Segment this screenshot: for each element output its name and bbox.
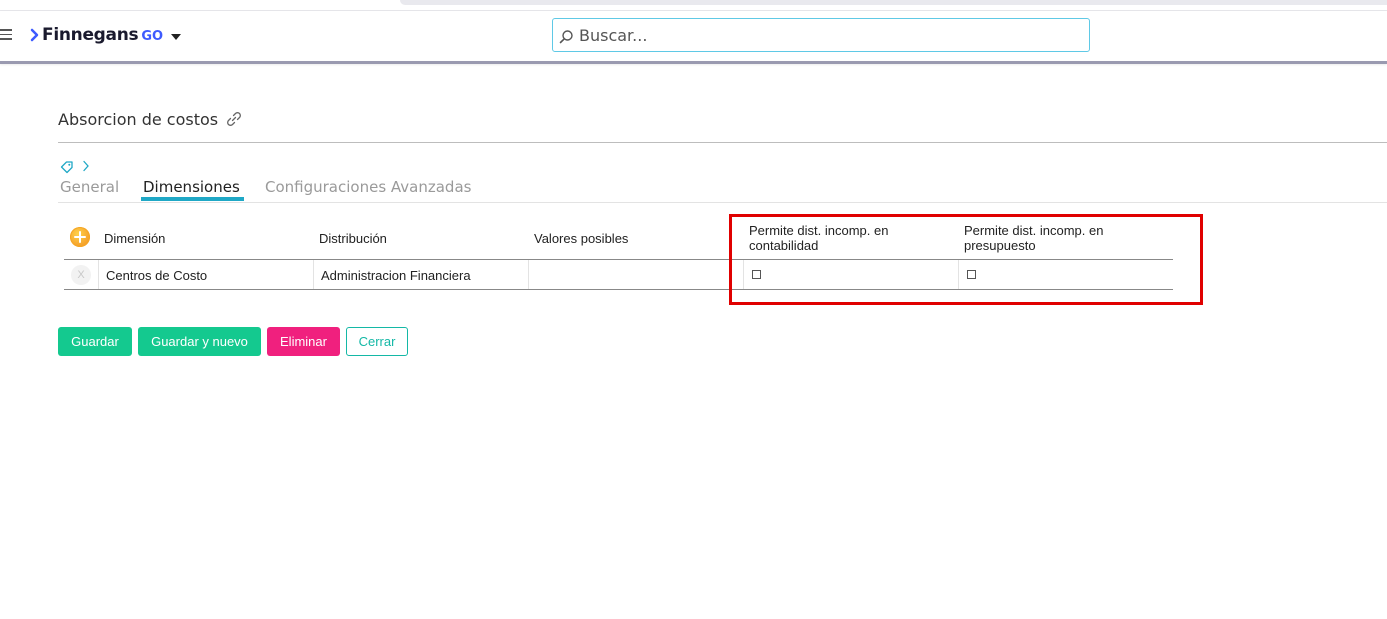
grid-column-separator [98,260,99,289]
search-box [552,18,1090,52]
title-divider [58,142,1387,143]
cell-distribucion[interactable]: Administracion Financiera [321,268,471,283]
search-input[interactable] [579,23,1079,47]
active-tab-indicator [141,197,244,201]
search-icon [559,30,573,44]
tab-general[interactable]: General [60,178,119,196]
column-header-permite-contabilidad: Permite dist. incomp. en contabilidad [749,223,889,253]
page-title: Absorcion de costos [58,110,219,129]
grid-header-divider [64,259,1173,260]
grid-row-divider [64,289,1173,290]
column-header-distribucion: Distribución [319,231,387,246]
logo-brand-text: Finnegans [42,25,139,45]
checkbox-permite-contabilidad[interactable] [752,270,761,279]
save-button[interactable]: Guardar [58,327,132,356]
checkbox-permite-presupuesto[interactable] [967,270,976,279]
column-header-permite-presupuesto: Permite dist. incomp. en presupuesto [964,223,1104,253]
app-logo[interactable]: Finnegans GO [30,23,182,47]
chevron-right-icon[interactable] [82,160,90,172]
grid-column-separator [958,260,959,289]
save-and-new-button[interactable]: Guardar y nuevo [138,327,261,356]
logo-chevron-icon [30,28,39,42]
grid-column-separator [743,260,744,289]
tab-configuraciones-avanzadas[interactable]: Configuraciones Avanzadas [265,178,471,196]
link-icon[interactable] [225,110,243,128]
delete-button[interactable]: Eliminar [267,327,340,356]
logo-brand-suffix: GO [141,29,164,44]
app-header: Finnegans GO [0,11,1387,64]
cell-dimension[interactable]: Centros de Costo [106,268,207,283]
tab-dimensiones[interactable]: Dimensiones [143,178,240,196]
add-row-button[interactable] [70,227,90,247]
tab-bar: General Dimensiones Configuraciones Avan… [58,176,1387,203]
tag-icon[interactable] [60,160,74,174]
grid-column-separator [528,260,529,289]
grid-column-separator [313,260,314,289]
close-button[interactable]: Cerrar [346,327,408,356]
delete-row-button[interactable]: X [71,265,91,285]
column-header-dimension: Dimensión [104,231,166,246]
caret-down-icon[interactable] [171,34,182,40]
column-header-valores-posibles: Valores posibles [534,231,629,246]
top-strip-bar [400,0,1387,5]
hamburger-menu-icon[interactable] [0,29,12,41]
browser-top-strip [0,0,1387,11]
